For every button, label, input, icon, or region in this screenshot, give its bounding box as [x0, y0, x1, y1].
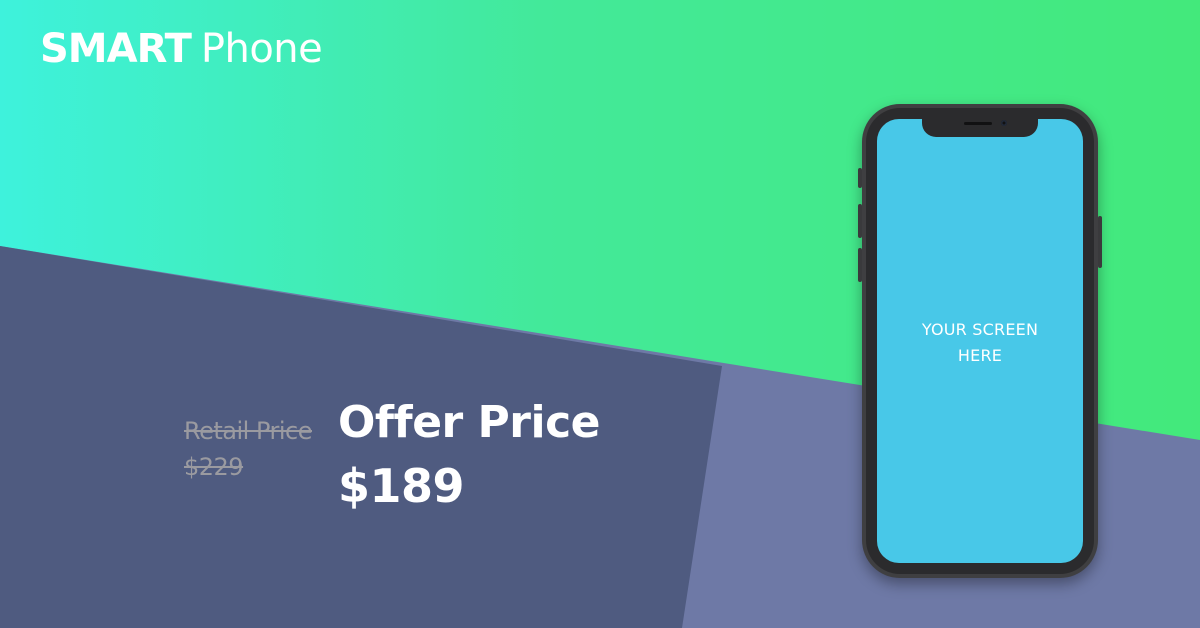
offer-price-value: $189 — [338, 459, 465, 513]
volume-down-button — [858, 248, 862, 282]
offer-price-block: Offer Price $189 — [338, 392, 601, 518]
brand-name-bold: SMART — [40, 26, 192, 72]
speaker-icon — [964, 122, 992, 125]
offer-price-label: Offer Price — [338, 397, 601, 448]
phone-screen: YOUR SCREEN HERE — [877, 119, 1083, 563]
retail-price-value: $229 — [184, 453, 244, 481]
screen-text-line-2: HERE — [957, 346, 1003, 365]
brand-logo: SMART Phone — [40, 26, 323, 72]
screen-text-line-1: YOUR SCREEN — [921, 320, 1039, 339]
retail-price-block: Retail Price $229 — [184, 413, 344, 485]
power-button — [1098, 216, 1102, 268]
ad-banner: SMART Phone Retail Price $229 Offer Pric… — [0, 0, 1200, 628]
mute-switch — [858, 168, 862, 188]
brand-name-light: Phone — [200, 26, 323, 72]
retail-price-label: Retail Price — [184, 417, 313, 445]
phone-notch — [922, 119, 1038, 137]
screen-placeholder-text: YOUR SCREEN HERE — [877, 317, 1083, 369]
camera-icon — [1001, 120, 1007, 126]
phone-mockup: YOUR SCREEN HERE — [858, 104, 1102, 578]
volume-up-button — [858, 204, 862, 238]
